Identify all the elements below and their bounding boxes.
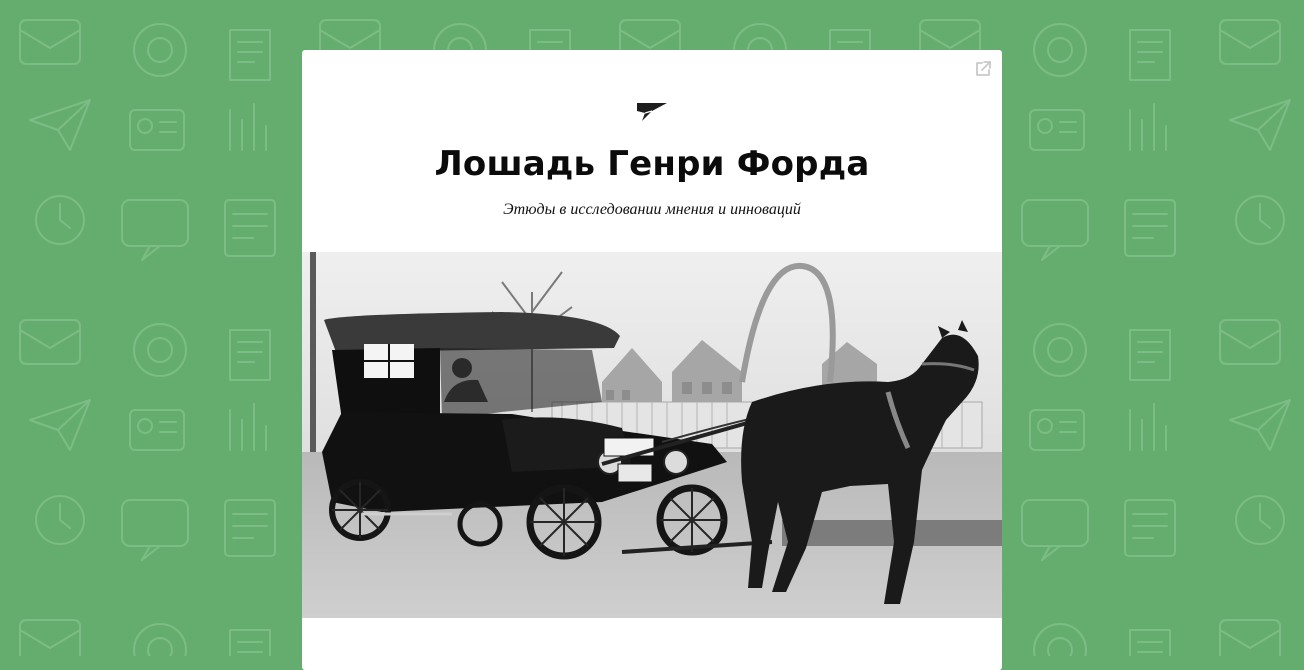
cover-photo	[302, 252, 1002, 618]
article-subtitle: Этюды в исследовании мнения и инноваций	[503, 201, 801, 218]
article-title: Лошадь Генри Форда	[434, 144, 870, 184]
article-card: Лошадь Генри Форда Этюды в исследовании …	[302, 50, 1002, 670]
paper-plane-icon	[637, 103, 667, 121]
external-link-icon[interactable]	[974, 60, 992, 78]
